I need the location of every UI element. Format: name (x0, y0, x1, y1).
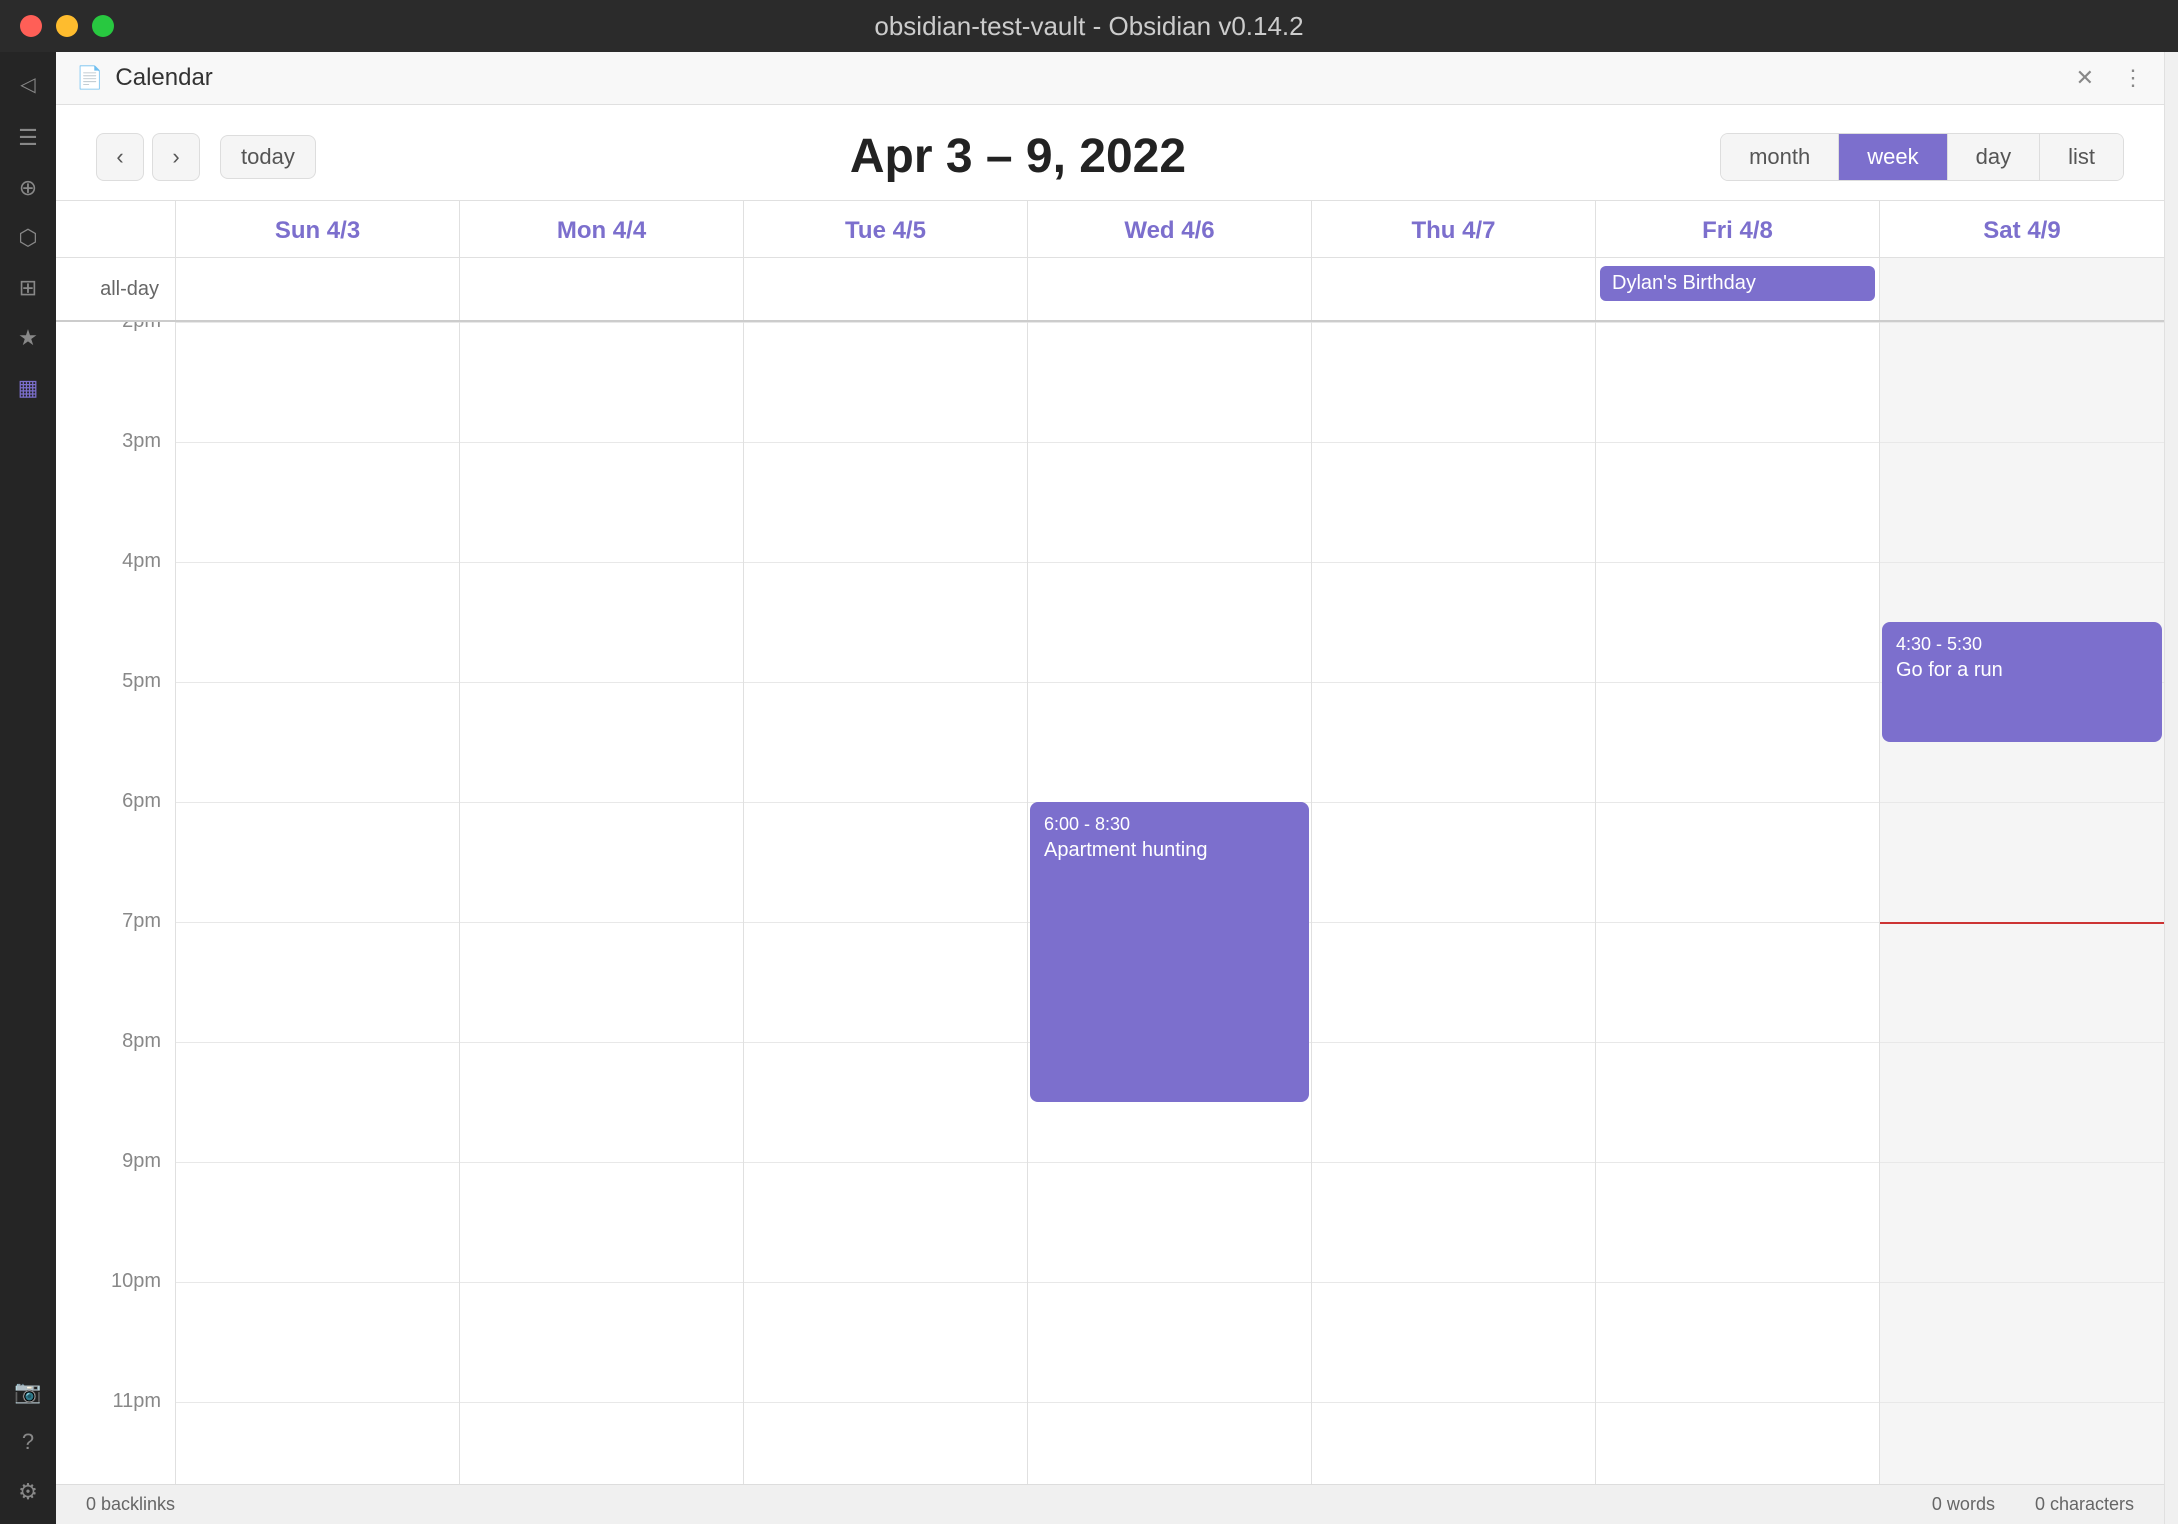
doc-more-button[interactable]: ⋮ (2122, 65, 2144, 91)
time-label-4pm: 4pm (56, 550, 176, 670)
day-header-thu[interactable]: Thu 4/7 (1312, 201, 1596, 257)
apartment-event-title: Apartment hunting (1044, 839, 1295, 862)
allday-cell-thu[interactable] (1312, 258, 1596, 320)
hour-sun-4pm[interactable] (176, 562, 459, 682)
prev-button[interactable]: ‹ (96, 133, 144, 181)
day-column-wed[interactable]: 6:00 - 8:30 Apartment hunting (1028, 322, 1312, 1484)
view-switcher: month week day list (1720, 133, 2124, 181)
hour-sun-8pm[interactable] (176, 1042, 459, 1162)
today-button[interactable]: today (220, 135, 316, 179)
birthday-event[interactable]: Dylan's Birthday (1600, 266, 1875, 301)
sidebar-icon-calendar[interactable]: ▦ (6, 366, 50, 410)
allday-cell-tue[interactable] (744, 258, 1028, 320)
sidebar-icon-help[interactable]: ? (6, 1420, 50, 1464)
allday-cell-mon[interactable] (460, 258, 744, 320)
time-grid-inner: 2pm 3pm 4pm 5pm 6pm 7pm ▶ 8pm 9pm 10pm (56, 322, 2164, 1484)
sidebar-icon-open-vault[interactable]: ⊞ (6, 266, 50, 310)
current-time-line (1880, 922, 2164, 924)
doc-title: Calendar (115, 64, 212, 92)
day-headers: Sun 4/3 Mon 4/4 Tue 4/5 Wed 4/6 Thu 4/7 … (56, 201, 2164, 258)
go-for-run-event[interactable]: 4:30 - 5:30 Go for a run (1882, 622, 2162, 742)
status-bar: 0 backlinks 0 words 0 characters (56, 1484, 2164, 1524)
time-label-8pm: 8pm (56, 1030, 176, 1150)
day-header-sun[interactable]: Sun 4/3 (176, 201, 460, 257)
sidebar-icon-graph[interactable]: ⬡ (6, 216, 50, 260)
hour-sun-2pm[interactable] (176, 322, 459, 442)
hour-sun-11pm[interactable] (176, 1402, 459, 1484)
time-label-3pm: 3pm (56, 430, 176, 550)
day-column-fri[interactable] (1596, 322, 1880, 1484)
sidebar-icon-camera[interactable]: 📷 (6, 1370, 50, 1414)
day-header-wed[interactable]: Wed 4/6 (1028, 201, 1312, 257)
next-button[interactable]: › (152, 133, 200, 181)
doc-close-button[interactable]: ✕ (2076, 65, 2094, 91)
nav-group: ‹ › today (96, 133, 316, 181)
view-month-button[interactable]: month (1721, 134, 1839, 180)
maximize-button[interactable] (92, 15, 114, 37)
apartment-event-time: 6:00 - 8:30 (1044, 814, 1295, 835)
sidebar-icon-files[interactable]: ☰ (6, 116, 50, 160)
day-column-sat[interactable]: 4:30 - 5:30 Go for a run (1880, 322, 2164, 1484)
word-count: 0 words (1932, 1494, 1995, 1515)
allday-cell-sun[interactable] (176, 258, 460, 320)
left-sidebar: ◁ ☰ ⊕ ⬡ ⊞ ★ ▦ 📷 ? ⚙ (0, 52, 56, 1524)
time-label-9pm: 9pm (56, 1150, 176, 1270)
sidebar-icon-settings[interactable]: ⚙ (6, 1470, 50, 1514)
calendar-title: Apr 3 – 9, 2022 (316, 129, 1720, 184)
day-column-tue[interactable] (744, 322, 1028, 1484)
char-count: 0 characters (2035, 1494, 2134, 1515)
allday-label: all-day (56, 258, 176, 320)
view-day-button[interactable]: day (1948, 134, 2040, 180)
day-header-sat[interactable]: Sat 4/9 (1880, 201, 2164, 257)
time-label-10pm: 10pm (56, 1270, 176, 1390)
time-label-5pm: 5pm (56, 670, 176, 790)
time-grid[interactable]: 2pm 3pm 4pm 5pm 6pm 7pm ▶ 8pm 9pm 10pm (56, 322, 2164, 1484)
time-label-11pm: 11pm (56, 1390, 176, 1484)
time-label-6pm: 6pm (56, 790, 176, 910)
time-label-7pm: 7pm ▶ (56, 910, 176, 1030)
traffic-lights (20, 15, 114, 37)
calendar-header: ‹ › today Apr 3 – 9, 2022 month week day… (56, 105, 2164, 201)
allday-cell-sat[interactable] (1880, 258, 2164, 320)
time-label-2pm: 2pm (56, 322, 176, 430)
apartment-hunting-event[interactable]: 6:00 - 8:30 Apartment hunting (1030, 802, 1309, 1102)
sidebar-icon-starred[interactable]: ★ (6, 316, 50, 360)
window-title: obsidian-test-vault - Obsidian v0.14.2 (874, 11, 1303, 42)
sidebar-icon-search[interactable]: ⊕ (6, 166, 50, 210)
allday-cell-fri[interactable]: Dylan's Birthday (1596, 258, 1880, 320)
hour-sun-5pm[interactable] (176, 682, 459, 802)
hour-sun-10pm[interactable] (176, 1282, 459, 1402)
run-event-time: 4:30 - 5:30 (1896, 634, 2148, 655)
day-header-tue[interactable]: Tue 4/5 (744, 201, 1028, 257)
backlinks-count: 0 backlinks (86, 1494, 175, 1515)
doc-file-icon: 📄 (76, 65, 103, 91)
allday-cell-wed[interactable] (1028, 258, 1312, 320)
scrollbar[interactable] (2164, 52, 2178, 1524)
day-header-mon[interactable]: Mon 4/4 (460, 201, 744, 257)
minimize-button[interactable] (56, 15, 78, 37)
view-week-button[interactable]: week (1839, 134, 1947, 180)
hour-sun-3pm[interactable] (176, 442, 459, 562)
hour-sun-7pm[interactable] (176, 922, 459, 1042)
allday-row: all-day Dylan's Birthday (56, 258, 2164, 322)
calendar-container: ‹ › today Apr 3 – 9, 2022 month week day… (56, 105, 2164, 1484)
day-column-mon[interactable] (460, 322, 744, 1484)
hour-sun-9pm[interactable] (176, 1162, 459, 1282)
view-list-button[interactable]: list (2040, 134, 2123, 180)
sidebar-collapse-btn[interactable]: ◁ (6, 62, 50, 106)
time-column: 2pm 3pm 4pm 5pm 6pm 7pm ▶ 8pm 9pm 10pm (56, 322, 176, 1484)
hour-sun-6pm[interactable] (176, 802, 459, 922)
doc-header: 📄 Calendar ✕ ⋮ (56, 52, 2164, 105)
run-event-title: Go for a run (1896, 659, 2148, 682)
day-column-sun[interactable] (176, 322, 460, 1484)
titlebar: obsidian-test-vault - Obsidian v0.14.2 (0, 0, 2178, 52)
close-button[interactable] (20, 15, 42, 37)
day-column-thu[interactable] (1312, 322, 1596, 1484)
day-header-fri[interactable]: Fri 4/8 (1596, 201, 1880, 257)
